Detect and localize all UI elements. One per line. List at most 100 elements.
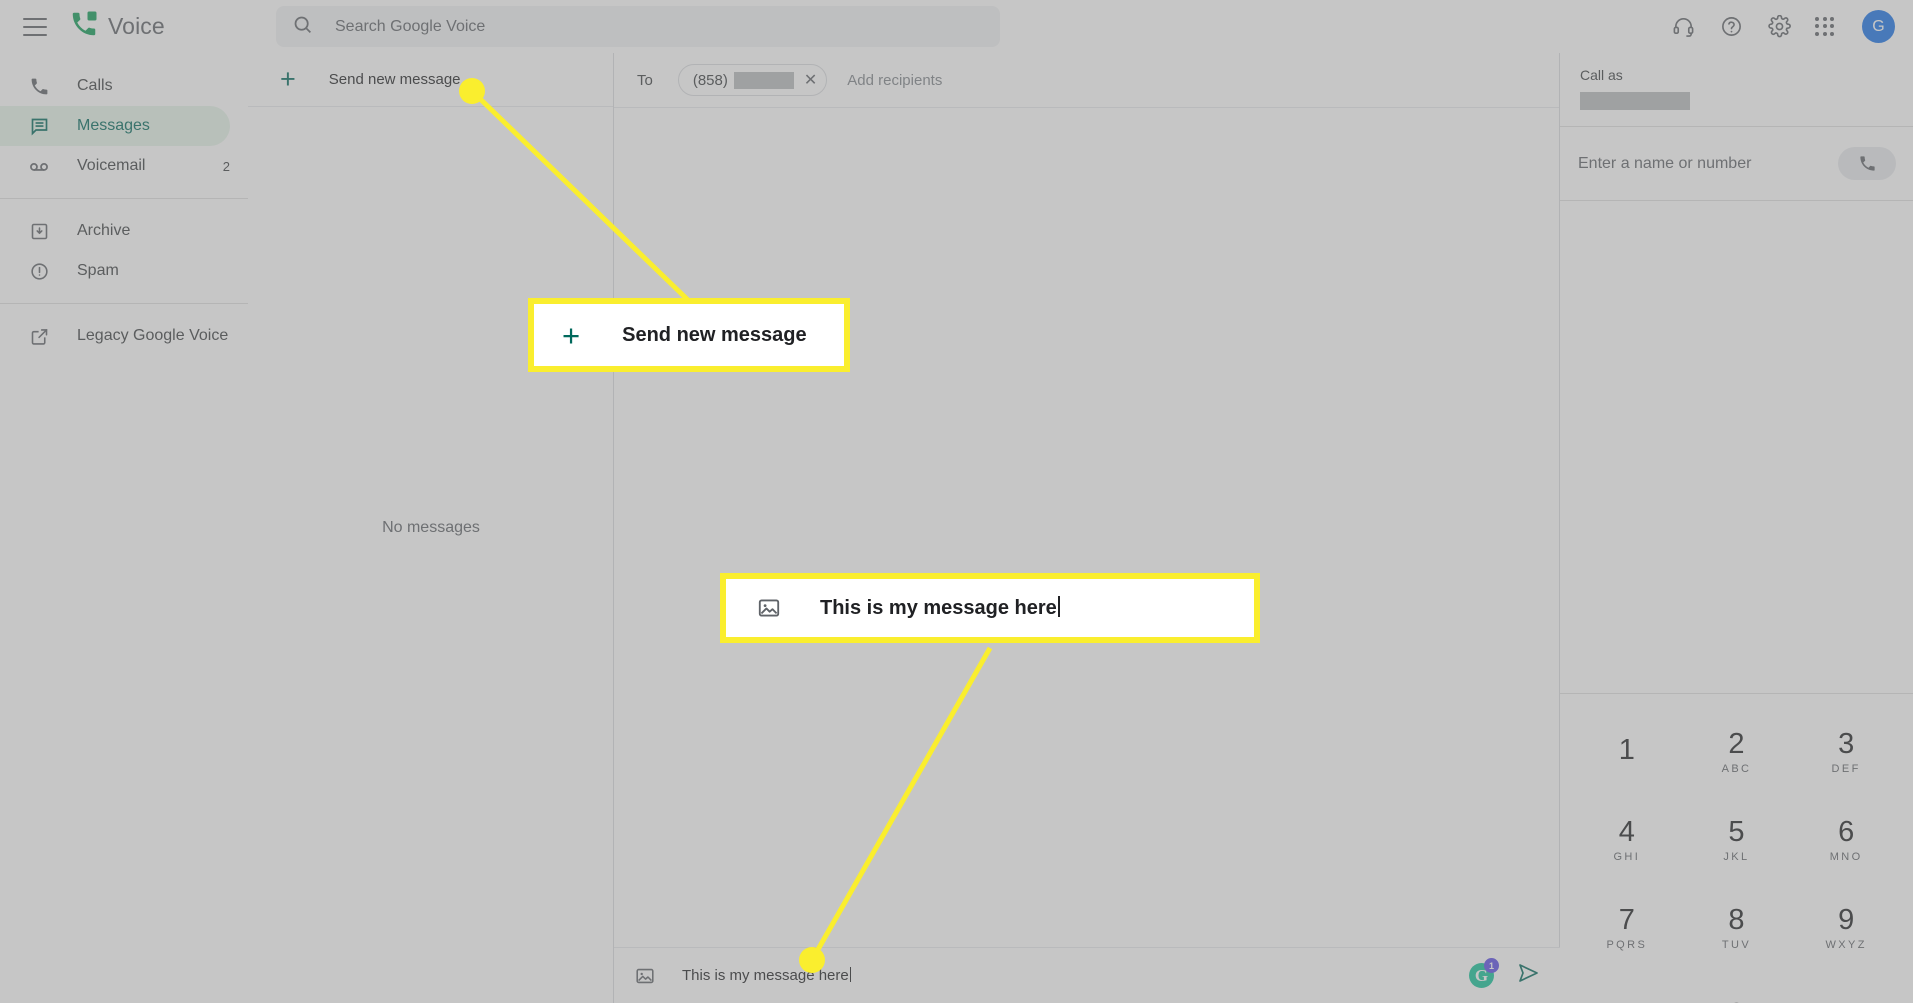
- keypad-key-number: 3: [1838, 727, 1855, 760]
- grammarly-button[interactable]: G1: [1469, 958, 1499, 988]
- plus-icon: +: [280, 64, 296, 94]
- external-link-icon: [27, 324, 51, 348]
- keypad-key-6[interactable]: 6 MNO: [1791, 796, 1901, 884]
- dialer-panel: Call as Enter a name or number 1 2 ABC 3: [1560, 53, 1913, 1003]
- callout-send-new-message: + Send new message: [528, 298, 850, 372]
- keypad-key-number: #: [1838, 997, 1855, 1003]
- app-header: Voice Search Google Voice G: [0, 0, 1913, 53]
- call-as-section: Call as: [1560, 53, 1913, 127]
- keypad-key-5[interactable]: 5 JKL: [1682, 796, 1792, 884]
- send-paper-plane-icon[interactable]: [1516, 961, 1540, 990]
- sidebar-divider-2: [0, 303, 248, 304]
- google-voice-app: Voice Search Google Voice G Calls Messag…: [0, 0, 1913, 1003]
- close-x-icon[interactable]: ✕: [804, 70, 817, 90]
- keypad-key-number: 4: [1618, 815, 1635, 848]
- keypad-key-number: 8: [1728, 903, 1745, 936]
- sidebar: Calls Messages Voicemail 2 Archive Spam …: [0, 53, 248, 1003]
- spam-alert-icon: [27, 259, 51, 283]
- keypad-key-number: 9: [1838, 903, 1855, 936]
- message-icon: [27, 114, 51, 138]
- help-button[interactable]: [1718, 14, 1744, 40]
- recipients-bar: To (858) ✕ Add recipients: [614, 53, 1559, 108]
- sidebar-item-label: Legacy Google Voice: [77, 327, 229, 344]
- keypad-key-number: 0: [1728, 998, 1744, 1003]
- sidebar-item-spam[interactable]: Spam: [0, 251, 230, 291]
- plus-icon: +: [562, 317, 581, 353]
- keypad-key-letters: GHI: [1613, 851, 1641, 864]
- keypad-key-3[interactable]: 3 DEF: [1791, 708, 1901, 796]
- sidebar-item-legacy-google-voice[interactable]: Legacy Google Voice: [0, 316, 230, 356]
- keypad-key-number: 1: [1618, 733, 1635, 766]
- recipient-chip-text: (858): [692, 71, 728, 89]
- avatar[interactable]: G: [1862, 10, 1895, 43]
- search-icon: [292, 14, 313, 40]
- keypad: 1 2 ABC 3 DEF 4 GHI 5 JKL 6 MNO 7 PQRS 8…: [1560, 693, 1913, 1003]
- call-as-redacted-value[interactable]: [1580, 92, 1690, 110]
- support-headset-button[interactable]: [1670, 14, 1696, 40]
- keypad-key-4[interactable]: 4 GHI: [1572, 796, 1682, 884]
- compose-bar: This is my message here G1: [614, 947, 1560, 1003]
- sidebar-item-label: Messages: [77, 117, 150, 134]
- keypad-key-number: 7: [1618, 903, 1635, 936]
- keypad-key-pound[interactable]: #: [1791, 972, 1901, 1003]
- brand-name: Voice: [108, 13, 165, 39]
- send-new-message-label: Send new message: [328, 71, 461, 88]
- dialer-input-row: Enter a name or number: [1560, 127, 1913, 201]
- google-voice-logo-icon: [69, 9, 99, 44]
- keypad-key-0[interactable]: 0: [1682, 972, 1792, 1003]
- thread-list-panel: + Send new message No messages: [248, 53, 614, 1003]
- sidebar-item-label: Archive: [77, 222, 131, 239]
- hamburger-menu-icon[interactable]: [23, 17, 47, 36]
- keypad-key-8[interactable]: 8 TUV: [1682, 884, 1792, 972]
- keypad-key-letters: DEF: [1831, 763, 1861, 776]
- sidebar-item-label: Voicemail: [77, 157, 146, 174]
- keypad-key-9[interactable]: 9 WXYZ: [1791, 884, 1901, 972]
- search-input[interactable]: Search Google Voice: [276, 6, 1000, 47]
- search-placeholder: Search Google Voice: [335, 17, 486, 35]
- add-recipients-input[interactable]: Add recipients: [847, 72, 942, 89]
- header-actions: G: [1670, 0, 1895, 53]
- send-new-message-button[interactable]: + Send new message: [248, 53, 613, 107]
- keypad-key-number: 2: [1728, 727, 1745, 760]
- sidebar-item-label: Spam: [77, 262, 119, 279]
- sidebar-item-voicemail[interactable]: Voicemail 2: [0, 146, 230, 186]
- keypad-key-letters: ABC: [1721, 763, 1752, 776]
- dialer-input[interactable]: Enter a name or number: [1578, 155, 1838, 173]
- keypad-key-2[interactable]: 2 ABC: [1682, 708, 1792, 796]
- empty-state-text: No messages: [382, 519, 480, 536]
- image-attach-icon: [756, 595, 782, 621]
- callout-message-input: This is my message here: [720, 573, 1260, 643]
- conversation-panel: To (858) ✕ Add recipients This is my mes…: [614, 53, 1560, 1003]
- keypad-key-star[interactable]: *: [1572, 972, 1682, 1003]
- keypad-key-letters: WXYZ: [1825, 939, 1867, 952]
- keypad-key-1[interactable]: 1: [1572, 708, 1682, 796]
- recipient-chip[interactable]: (858) ✕: [677, 64, 828, 96]
- google-apps-button[interactable]: [1814, 16, 1836, 38]
- sidebar-item-calls[interactable]: Calls: [0, 66, 230, 106]
- keypad-key-7[interactable]: 7 PQRS: [1572, 884, 1682, 972]
- sidebar-item-messages[interactable]: Messages: [0, 106, 230, 146]
- dialer-blank-area: [1560, 201, 1913, 693]
- callout-message-text: This is my message here: [820, 596, 1060, 620]
- keypad-key-letters: MNO: [1829, 851, 1863, 864]
- sidebar-divider-1: [0, 198, 248, 199]
- archive-icon: [27, 219, 51, 243]
- keypad-key-letters: JKL: [1723, 851, 1750, 864]
- keypad-key-number: *: [1621, 997, 1633, 1003]
- text-caret: [1057, 596, 1060, 617]
- keypad-key-letters: PQRS: [1606, 939, 1648, 952]
- image-attach-icon[interactable]: [634, 965, 656, 987]
- keypad-key-letters: TUV: [1721, 939, 1752, 952]
- settings-button[interactable]: [1766, 14, 1792, 40]
- phone-icon: [27, 74, 51, 98]
- message-input-value: This is my message here: [682, 967, 849, 984]
- callout-send-new-message-label: Send new message: [622, 323, 807, 346]
- text-caret: [849, 967, 851, 982]
- conversation-messages-area: [614, 108, 1559, 946]
- message-input[interactable]: This is my message here: [682, 967, 1469, 984]
- recipient-chip-redacted-number: [733, 71, 794, 89]
- call-button[interactable]: [1838, 147, 1896, 180]
- sidebar-item-archive[interactable]: Archive: [0, 211, 230, 251]
- sidebar-item-label: Calls: [77, 77, 113, 94]
- voicemail-icon: [27, 154, 51, 178]
